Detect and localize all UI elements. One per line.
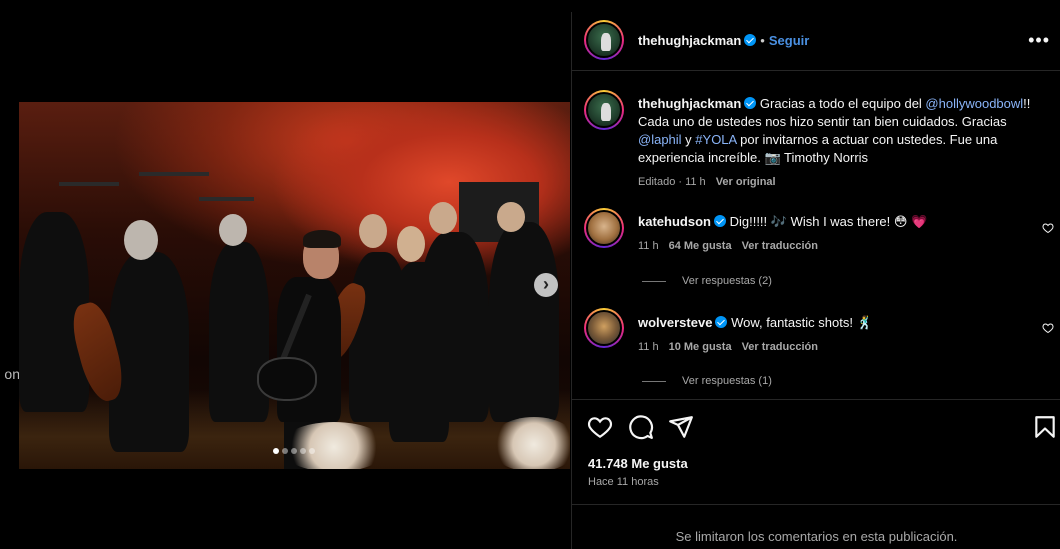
comment-text: Wow, fantastic shots! 🕺: [731, 315, 873, 330]
comment-meta: 11 h 10 Me gusta Ver traducción: [638, 338, 1028, 356]
verified-badge-icon: [715, 316, 728, 328]
carousel-next-button[interactable]: ›: [534, 273, 558, 297]
view-replies[interactable]: Ver respuestas (1): [642, 375, 772, 387]
carousel-dot[interactable]: [300, 448, 306, 454]
like-comment-heart-icon[interactable]: [1042, 222, 1054, 234]
post-header: thehughjackman • Seguir •••: [572, 12, 1060, 71]
save-bookmark-icon[interactable]: [1032, 414, 1058, 440]
replies-line: [642, 280, 666, 282]
flowers: [279, 422, 389, 469]
author-username[interactable]: thehughjackman: [638, 33, 741, 48]
musician-head: [429, 202, 457, 234]
author-avatar[interactable]: [584, 20, 624, 60]
verified-badge-icon: [744, 97, 757, 109]
translate-link[interactable]: Ver traducción: [742, 240, 818, 252]
post-panel: thehughjackman • Seguir ••• thehughjackman…: [571, 12, 1060, 549]
musician: [109, 252, 189, 452]
carousel-dots: [273, 448, 315, 454]
carousel-dot[interactable]: [291, 448, 297, 454]
verified-badge-icon: [713, 215, 726, 227]
music-stand: [199, 197, 254, 201]
music-stand: [139, 172, 209, 176]
comment-bubble-icon[interactable]: [628, 414, 654, 440]
post-time: Hace 11 horas: [588, 476, 659, 488]
comment-username[interactable]: wolversteve: [638, 315, 712, 330]
flowers: [489, 417, 570, 469]
hashtag-yola[interactable]: #YOLA: [695, 132, 736, 147]
author-line: thehughjackman • Seguir: [638, 32, 809, 50]
share-send-icon[interactable]: [668, 414, 694, 440]
left-edge-text: on: [4, 366, 20, 382]
like-comment-heart-icon[interactable]: [1042, 322, 1054, 334]
musician-head: [397, 226, 425, 262]
music-stand: [59, 182, 119, 186]
verified-badge-icon: [744, 34, 757, 46]
caption-part: y: [681, 132, 696, 147]
more-options-icon[interactable]: •••: [1028, 30, 1050, 51]
separator-dot: •: [760, 33, 765, 48]
likes-count[interactable]: 41.748 Me gusta: [588, 456, 688, 471]
comment-likes[interactable]: 64 Me gusta: [669, 240, 732, 252]
replies-line: [642, 380, 666, 382]
view-replies-label[interactable]: Ver respuestas (2): [682, 275, 772, 287]
comment-meta: 11 h 64 Me gusta Ver traducción: [638, 237, 1028, 255]
translate-link[interactable]: Ver traducción: [742, 341, 818, 353]
caption-username[interactable]: thehughjackman: [638, 96, 741, 111]
caption-part: Gracias a todo el equipo del: [759, 96, 926, 111]
caption-meta: Editado · 11 h Ver original: [638, 173, 1048, 191]
comment: katehudson Dig!!!!! 🎶 Wish I was there! …: [638, 213, 1028, 255]
mention-laphil[interactable]: @laphil: [638, 132, 682, 147]
post-photo[interactable]: [19, 102, 570, 469]
view-replies[interactable]: Ver respuestas (2): [642, 275, 772, 287]
like-heart-icon[interactable]: [587, 414, 613, 440]
carousel-dot[interactable]: [309, 448, 315, 454]
comment-time: 11 h: [638, 341, 659, 353]
mention-hollywoodbowl[interactable]: @hollywoodbowl: [925, 96, 1023, 111]
carousel-dot[interactable]: [282, 448, 288, 454]
caption-avatar[interactable]: [584, 90, 624, 130]
comments-limited-notice: Se limitaron los comentarios en esta pub…: [572, 504, 1060, 549]
comment-text: Dig!!!!! 🎶 Wish I was there! 😳 💗: [729, 214, 928, 229]
comment-username[interactable]: katehudson: [638, 214, 711, 229]
carousel-dot[interactable]: [273, 448, 279, 454]
guitar: [257, 357, 317, 401]
see-original-link[interactable]: Ver original: [716, 176, 776, 188]
commenter-avatar[interactable]: [584, 208, 624, 248]
comment: wolversteve Wow, fantastic shots! 🕺 11 h…: [638, 314, 1028, 356]
musician: [209, 242, 269, 422]
edited-time: Editado · 11 h: [638, 176, 706, 188]
musician: [489, 222, 559, 422]
caption-text: thehughjackman Gracias a todo el equipo …: [638, 95, 1048, 191]
musician: [419, 232, 489, 422]
singer-hair: [303, 230, 341, 248]
view-replies-label[interactable]: Ver respuestas (1): [682, 375, 772, 387]
follow-button[interactable]: Seguir: [769, 33, 809, 48]
post-actions: 41.748 Me gusta Hace 11 horas Se limitar…: [572, 399, 1060, 549]
commenter-avatar[interactable]: [584, 308, 624, 348]
musician-head: [497, 202, 525, 232]
comment-likes[interactable]: 10 Me gusta: [669, 341, 732, 353]
musician-head: [359, 214, 387, 248]
musician-head: [219, 214, 247, 246]
comment-time: 11 h: [638, 240, 659, 252]
musician-head: [124, 220, 158, 260]
